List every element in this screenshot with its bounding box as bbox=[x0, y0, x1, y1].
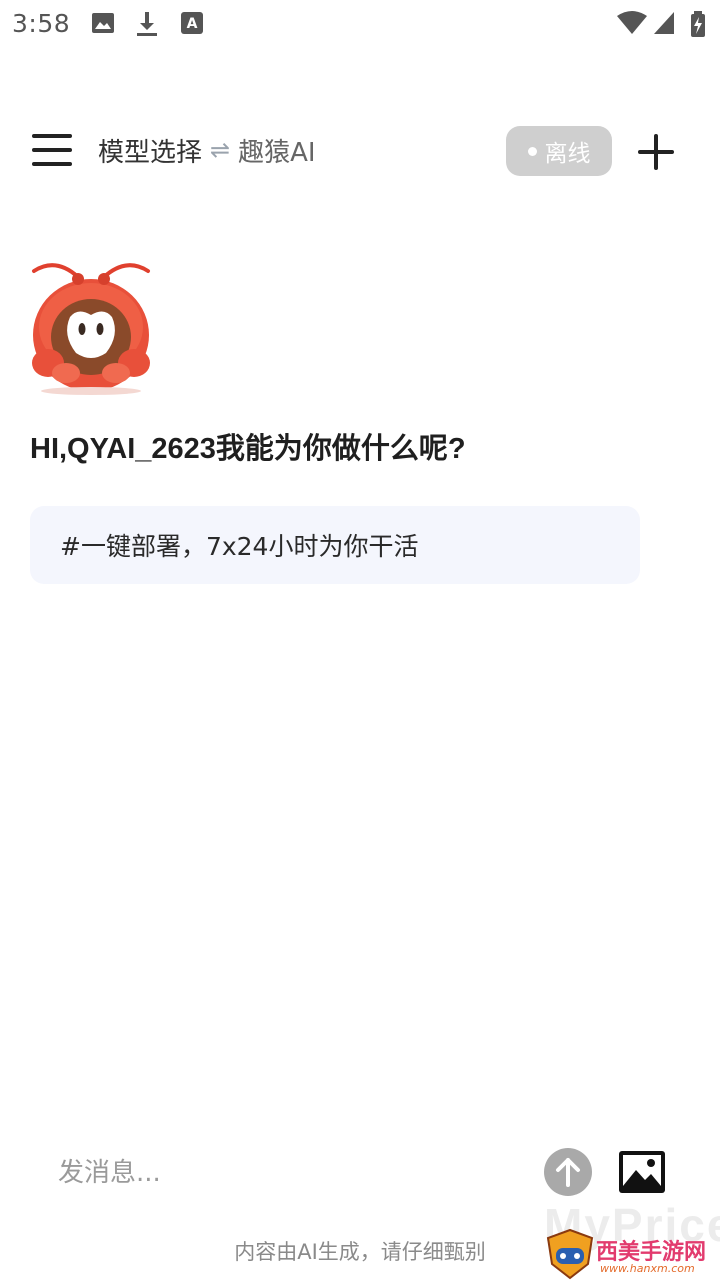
wifi-icon bbox=[617, 11, 647, 34]
new-chat-button[interactable] bbox=[636, 132, 676, 172]
status-bar: 3:58 A bbox=[0, 0, 720, 50]
battery-charging-icon bbox=[691, 11, 705, 37]
send-button[interactable] bbox=[544, 1148, 592, 1196]
signal-icon bbox=[654, 12, 674, 34]
menu-icon[interactable] bbox=[30, 132, 76, 168]
status-badge: 离线 bbox=[506, 126, 612, 176]
model-select-button[interactable]: 模型选择 ⇌ 趣猿AI bbox=[98, 132, 316, 168]
site-watermark: 西美手游网 www.hanxm.com bbox=[540, 1228, 720, 1280]
download-icon bbox=[137, 12, 157, 36]
svg-text:A: A bbox=[187, 16, 198, 32]
suggestion-text: #一键部署，7x24小时为你干活 bbox=[60, 532, 419, 561]
image-icon bbox=[619, 1151, 665, 1193]
image-icon bbox=[92, 13, 114, 33]
status-dot-icon bbox=[527, 146, 537, 156]
suggestion-chip[interactable]: #一键部署，7x24小时为你干活 bbox=[30, 506, 640, 584]
a-icon: A bbox=[181, 12, 203, 34]
status-label: 离线 bbox=[544, 141, 591, 167]
arrow-up-icon bbox=[556, 1158, 580, 1187]
image-upload-button[interactable] bbox=[618, 1150, 666, 1194]
status-time: 3:58 bbox=[12, 9, 71, 38]
lobster-mascot-avatar bbox=[32, 263, 150, 395]
top-bar: 模型选择 ⇌ 趣猿AI 离线 bbox=[0, 110, 720, 190]
watermark-url: www.hanxm.com bbox=[600, 1262, 695, 1275]
switch-icon: ⇌ bbox=[210, 136, 231, 164]
greeting-text: HI,QYAI_2623我能为你做什么呢? bbox=[30, 433, 466, 465]
message-input[interactable] bbox=[58, 1153, 498, 1193]
model-select-label: 模型选择 bbox=[98, 137, 203, 168]
current-model-name: 趣猿AI bbox=[238, 137, 316, 168]
gamepad-shield-logo bbox=[546, 1228, 594, 1280]
